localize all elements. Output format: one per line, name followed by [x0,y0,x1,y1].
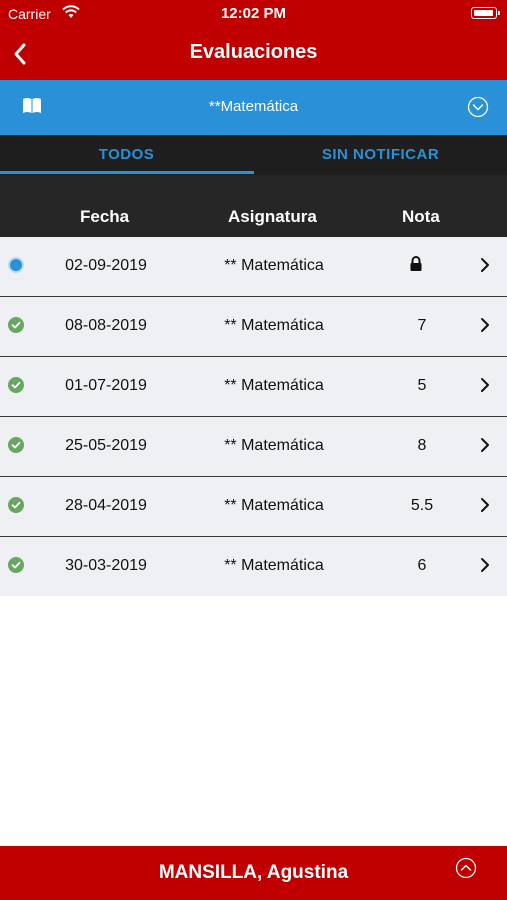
check-circle-icon [8,437,24,453]
table-row[interactable]: 30-03-2019 ** Matemática 6 [0,537,507,596]
subject-selector[interactable]: **Matemática [0,80,507,135]
row-grade: 5.5 [410,497,434,514]
chevron-right-icon[interactable] [480,257,490,278]
column-header-date: Fecha [80,207,130,226]
row-subject: ** Matemática [224,377,324,394]
chevron-right-icon[interactable] [480,317,490,338]
table-row[interactable]: 02-09-2019 ** Matemática [0,237,507,297]
column-header-grade: Nota [402,207,440,226]
row-date: 01-07-2019 [65,377,147,394]
nav-bar: Evaluaciones [0,28,507,80]
chevron-right-icon[interactable] [480,557,490,578]
subject-label: **Matemática [208,98,299,115]
row-grade: 6 [417,557,427,574]
table-row[interactable]: 01-07-2019 ** Matemática 5 [0,357,507,417]
table-row[interactable]: 28-04-2019 ** Matemática 5.5 [0,477,507,537]
check-circle-icon [8,497,24,513]
status-bar: Carrier 12:02 PM [0,0,507,28]
chevron-right-icon[interactable] [480,437,490,458]
row-date: 02-09-2019 [65,257,147,274]
row-subject: ** Matemática [224,497,324,514]
row-date: 08-08-2019 [65,317,147,334]
status-pending-icon [8,257,24,273]
evaluations-list: 02-09-2019 ** Matemática 08-08-2019 ** M… [0,237,507,596]
battery-icon [471,7,500,19]
row-date: 25-05-2019 [65,437,147,454]
row-grade: 5 [417,377,427,394]
chevron-down-circle-icon[interactable] [467,96,489,123]
row-subject: ** Matemática [224,437,324,454]
check-circle-icon [8,317,24,333]
table-row[interactable]: 25-05-2019 ** Matemática 8 [0,417,507,477]
tab-todos[interactable]: TODOS [0,135,253,175]
tab-sin-notificar[interactable]: SIN NOTIFICAR [254,135,507,175]
row-subject: ** Matemática [224,257,324,274]
lock-icon [409,256,423,277]
chevron-up-circle-icon[interactable] [455,857,477,884]
student-name: MANSILLA, Agustina [158,862,349,883]
check-circle-icon [8,557,24,573]
row-grade: 7 [417,317,427,334]
chevron-right-icon[interactable] [480,377,490,398]
table-row[interactable]: 08-08-2019 ** Matemática 7 [0,297,507,357]
row-date: 30-03-2019 [65,557,147,574]
clock: 12:02 PM [220,5,287,22]
row-date: 28-04-2019 [65,497,147,514]
row-subject: ** Matemática [224,317,324,334]
chevron-right-icon[interactable] [480,497,490,518]
page-title: Evaluaciones [189,41,318,63]
row-subject: ** Matemática [224,557,324,574]
column-header-subject: Asignatura [228,207,317,226]
tab-bar: TODOS SIN NOTIFICAR [0,135,507,175]
row-grade: 8 [417,437,427,454]
student-footer[interactable]: MANSILLA, Agustina [0,846,507,900]
table-header: Fecha Asignatura Nota [0,175,507,237]
check-circle-icon [8,377,24,393]
active-tab-indicator [0,171,254,174]
